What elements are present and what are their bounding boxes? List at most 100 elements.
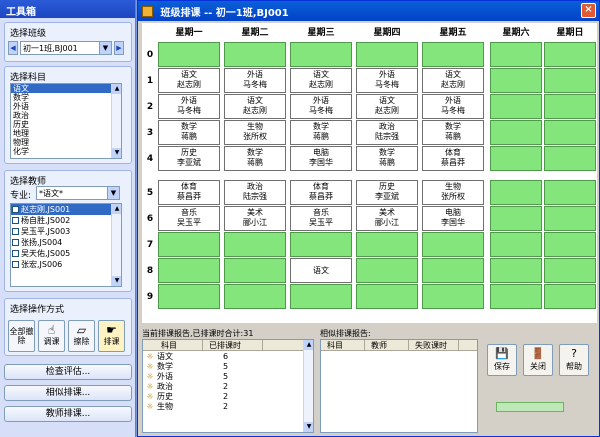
timetable-cell[interactable]: 生物 张所权 <box>422 180 484 205</box>
save-button[interactable]: 💾 保存 <box>487 344 517 376</box>
timetable-cell[interactable] <box>544 42 596 67</box>
timetable-cell[interactable]: 生物 张所权 <box>224 120 286 145</box>
timetable-cell[interactable] <box>544 232 596 257</box>
report-row[interactable]: ☼ 语文 6 <box>143 351 313 361</box>
timetable-cell[interactable] <box>544 206 596 231</box>
timetable-cell[interactable] <box>544 180 596 205</box>
timetable-cell[interactable] <box>490 284 542 309</box>
timetable-cell[interactable] <box>422 232 484 257</box>
timetable-cell[interactable]: 外语 马冬梅 <box>158 94 220 119</box>
timetable-cell[interactable]: 语文 赵志刚 <box>224 94 286 119</box>
report-row[interactable]: ☼ 数学 5 <box>143 361 313 371</box>
timetable-cell[interactable]: 外语 马冬梅 <box>356 68 418 93</box>
timetable-cell[interactable]: 美术 郦小江 <box>224 206 286 231</box>
timetable-cell[interactable]: 外语 马冬梅 <box>224 68 286 93</box>
check-evaluate-button[interactable]: 检查评估... <box>4 364 132 380</box>
timetable-cell[interactable] <box>290 232 352 257</box>
report-row[interactable]: ☼ 生物 2 <box>143 401 313 411</box>
timetable-cell[interactable]: 语文 赵志刚 <box>290 68 352 93</box>
timetable-cell[interactable]: 电脑 李国华 <box>422 206 484 231</box>
teacher-checkbox[interactable] <box>12 261 19 268</box>
timetable-cell[interactable] <box>290 42 352 67</box>
report-row[interactable]: ☼ 历史 2 <box>143 391 313 401</box>
scroll-down-icon[interactable]: ▼ <box>304 422 313 432</box>
next-class-icon[interactable]: ▶ <box>114 41 124 55</box>
timetable-cell[interactable] <box>290 284 352 309</box>
timetable-cell[interactable] <box>224 258 286 283</box>
timetable-cell[interactable] <box>356 258 418 283</box>
scroll-up-icon[interactable]: ▲ <box>304 340 313 350</box>
timetable-cell[interactable] <box>158 232 220 257</box>
teacher-item[interactable]: 赵志刚,JS001 <box>11 204 121 215</box>
class-select[interactable]: 初一1班,BJ001 ▼ <box>20 41 112 55</box>
timetable-cell[interactable] <box>224 232 286 257</box>
timetable-cell[interactable] <box>422 258 484 283</box>
timetable-cell[interactable] <box>158 258 220 283</box>
subject-item[interactable]: 政治 <box>11 111 111 120</box>
similar-report-list[interactable]: 科目 教师 失败课时 <box>320 339 478 433</box>
close-icon[interactable]: × <box>581 3 596 18</box>
prev-class-icon[interactable]: ◀ <box>8 41 18 55</box>
teacher-checkbox[interactable] <box>12 228 19 235</box>
timetable-cell[interactable] <box>490 94 542 119</box>
subject-item[interactable]: 数学 <box>11 93 111 102</box>
subject-item[interactable]: 物理 <box>11 138 111 147</box>
subject-item[interactable]: 历史 <box>11 120 111 129</box>
timetable-cell[interactable]: 体育 蔡昌莽 <box>158 180 220 205</box>
op-button-hand[interactable]: ☝ 调课 <box>38 320 65 352</box>
timetable-cell[interactable]: 历史 李亚斌 <box>158 146 220 171</box>
timetable-cell[interactable] <box>490 206 542 231</box>
current-report-list[interactable]: 科目 已排课时 ☼ 语文 6 ☼ 数学 5 ☼ 外语 5 ☼ 政治 2 ☼ 历史 2 ☼ 生物 2 ▲ ▼ <box>142 339 314 433</box>
timetable-cell[interactable]: 音乐 吴玉平 <box>290 206 352 231</box>
scroll-down-icon[interactable]: ▼ <box>112 276 121 286</box>
subject-list[interactable]: 语文 数学 外语 政治 历史 地理 物理 化学 ▲ ▼ <box>10 83 122 159</box>
timetable-cell[interactable] <box>224 284 286 309</box>
subject-scrollbar[interactable]: ▲ ▼ <box>111 84 121 158</box>
timetable-cell[interactable] <box>422 42 484 67</box>
timetable-cell[interactable] <box>490 146 542 171</box>
subject-item[interactable]: 化学 <box>11 147 111 156</box>
timetable-cell[interactable]: 体育 蔡昌莽 <box>290 180 352 205</box>
timetable-cell[interactable]: 数学 蒋鹏 <box>158 120 220 145</box>
timetable-cell[interactable] <box>490 258 542 283</box>
timetable-cell[interactable]: 政治 陆宗强 <box>224 180 286 205</box>
teacher-item[interactable]: 吴天佑,JS005 <box>11 248 121 259</box>
op-button-eraser[interactable]: ▱ 擦除 <box>68 320 95 352</box>
timetable-cell[interactable] <box>544 94 596 119</box>
timetable-cell[interactable]: 语文 赵志刚 <box>422 68 484 93</box>
timetable-cell[interactable]: 政治 陆宗强 <box>356 120 418 145</box>
similar-schedule-button[interactable]: 相似排课... <box>4 385 132 401</box>
subject-item[interactable]: 语文 <box>11 84 111 93</box>
timetable-cell[interactable] <box>224 42 286 67</box>
teacher-checkbox[interactable] <box>12 217 19 224</box>
timetable-cell[interactable] <box>544 258 596 283</box>
timetable-cell[interactable] <box>422 284 484 309</box>
teacher-list[interactable]: 赵志刚,JS001 杨自胜,JS002 吴玉平,JS003 张扬,JS004 吴天佑,J… <box>10 203 122 287</box>
report-scrollbar[interactable]: ▲ ▼ <box>303 340 313 432</box>
timetable-cell[interactable] <box>544 120 596 145</box>
timetable-cell[interactable] <box>490 232 542 257</box>
close-button[interactable]: 🚪 关闭 <box>523 344 553 376</box>
op-button-clear-all[interactable]: 全部撤除 <box>8 320 35 352</box>
timetable-cell[interactable]: 美术 郦小江 <box>356 206 418 231</box>
scroll-down-icon[interactable]: ▼ <box>112 148 121 158</box>
timetable-cell[interactable]: 数学 蒋鹏 <box>422 120 484 145</box>
timetable-cell[interactable] <box>356 284 418 309</box>
teacher-scrollbar[interactable]: ▲ ▼ <box>111 204 121 286</box>
teacher-item[interactable]: 张扬,JS004 <box>11 237 121 248</box>
timetable-cell[interactable]: 数学 蒋鹏 <box>356 146 418 171</box>
timetable-cell[interactable]: 历史 李亚斌 <box>356 180 418 205</box>
timetable-cell[interactable]: 电脑 李国华 <box>290 146 352 171</box>
timetable-cell[interactable]: 语文 赵志刚 <box>158 68 220 93</box>
timetable-cell[interactable]: 数学 蒋鹏 <box>290 120 352 145</box>
timetable-cell[interactable] <box>158 284 220 309</box>
op-button-schedule[interactable]: ☛ 排课 <box>98 320 125 352</box>
timetable-cell[interactable] <box>544 284 596 309</box>
teacher-item[interactable]: 杨自胜,JS002 <box>11 215 121 226</box>
scroll-up-icon[interactable]: ▲ <box>112 204 121 214</box>
specialty-select[interactable]: *语文* ▼ <box>36 186 120 200</box>
timetable-cell[interactable]: 音乐 吴玉平 <box>158 206 220 231</box>
timetable-cell[interactable] <box>544 146 596 171</box>
timetable-cell[interactable] <box>490 68 542 93</box>
report-row[interactable]: ☼ 政治 2 <box>143 381 313 391</box>
